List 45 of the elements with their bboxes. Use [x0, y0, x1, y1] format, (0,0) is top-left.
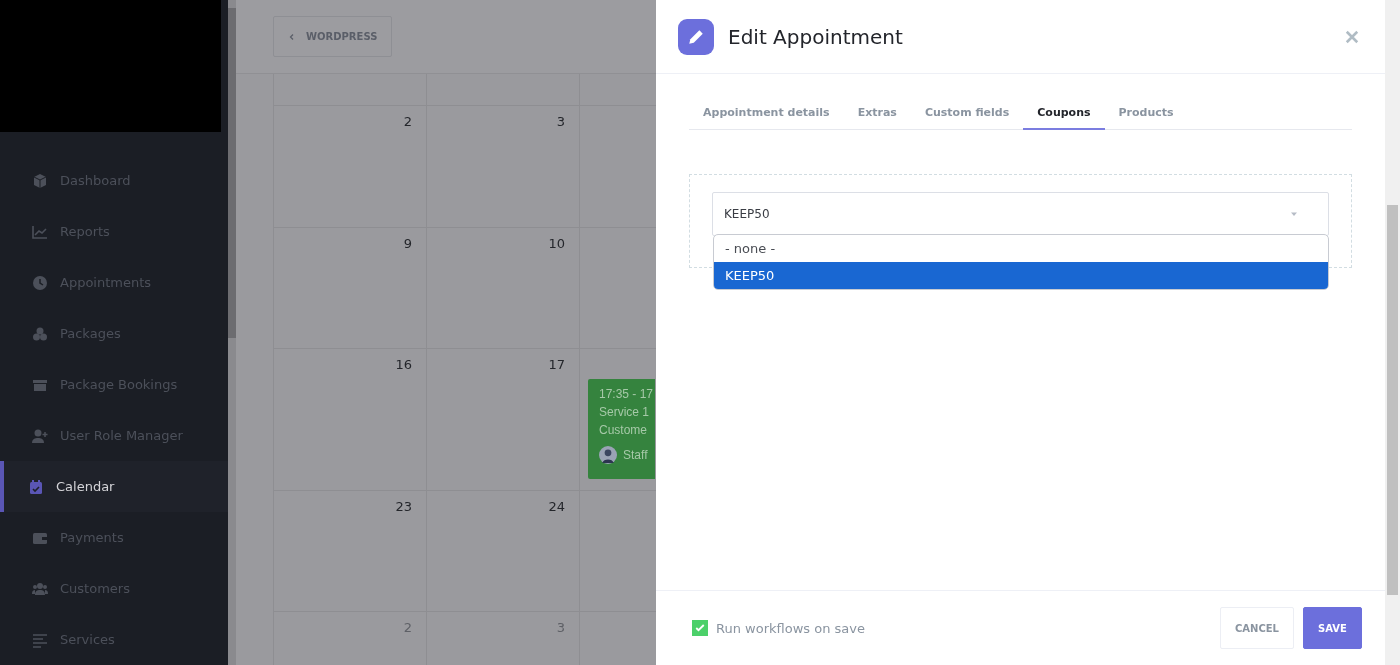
checkbox[interactable]: [692, 620, 708, 636]
day-number: 3: [556, 114, 565, 129]
check-icon: [694, 622, 706, 634]
event-card[interactable]: 17:35 - 17 Service 1 Custome Staff: [588, 379, 655, 479]
tab[interactable]: Custom fields: [910, 98, 1024, 130]
event-service: Service 1: [599, 404, 651, 421]
tab[interactable]: Products: [1104, 98, 1188, 130]
user-add-icon: [32, 427, 48, 444]
day-number: 16: [395, 357, 412, 372]
chart-icon: [32, 223, 48, 240]
event-time: 17:35 - 17: [599, 386, 655, 403]
event-staff: Staff: [623, 447, 648, 464]
day-number: 2: [403, 620, 412, 635]
day-number: 24: [548, 499, 565, 514]
day-number: 10: [548, 236, 565, 251]
pencil-icon: [678, 18, 714, 55]
cancel-button[interactable]: CANCEL: [1220, 607, 1294, 649]
modal-title: Edit Appointment: [728, 24, 904, 49]
day-number: 2: [403, 114, 412, 129]
tab[interactable]: Extras: [843, 98, 911, 130]
caret-icon: [1290, 210, 1298, 218]
day-number: 3: [556, 620, 565, 635]
chevron-left-icon: [288, 32, 296, 41]
clock-icon: [32, 274, 48, 291]
back-button[interactable]: WORDPRESS: [273, 16, 393, 57]
scrollbar[interactable]: [228, 0, 236, 665]
boxes-icon: [32, 325, 48, 342]
day-number: 23: [395, 499, 412, 514]
scrollbar[interactable]: [1385, 0, 1400, 665]
avatar-icon: [599, 446, 617, 464]
dropdown-option[interactable]: KEEP50: [714, 262, 1328, 289]
close-icon: [1345, 29, 1359, 44]
list-icon: [32, 631, 48, 648]
checkbox-label: Run workflows on save: [716, 620, 865, 636]
cube-icon: [32, 172, 48, 189]
event-customer: Custome: [599, 422, 649, 439]
day-number: 9: [403, 236, 412, 251]
day-number: 17: [548, 357, 565, 372]
users-icon: [32, 580, 48, 597]
save-button[interactable]: SAVE: [1303, 607, 1362, 649]
sidebar-item[interactable]: Calendar: [0, 461, 228, 512]
dropdown-option[interactable]: - none -: [714, 235, 1328, 262]
tab[interactable]: Coupons: [1023, 98, 1105, 130]
calendar-icon: [28, 478, 44, 495]
tab[interactable]: Appointment details: [689, 98, 844, 130]
